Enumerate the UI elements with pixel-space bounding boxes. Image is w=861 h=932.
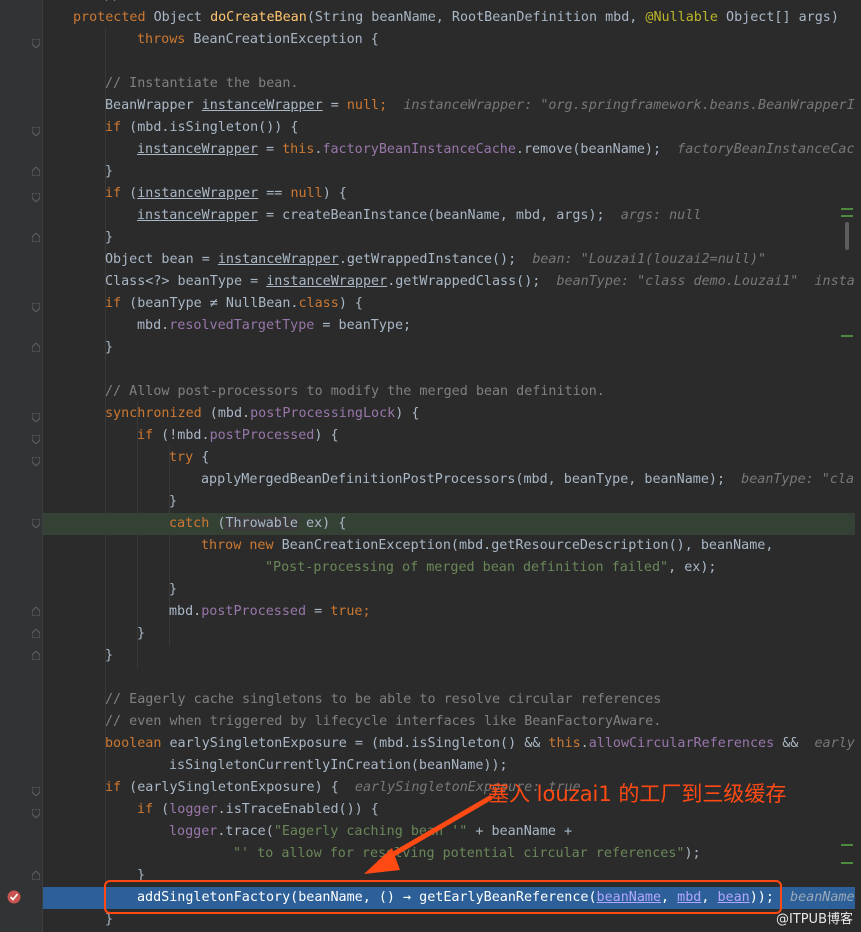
code-line: if (beanType ≠ NullBean.class) { [105, 296, 363, 311]
code-line: throws BeanCreationException { [137, 32, 379, 47]
code-line: isSingletonCurrentlyInCreation(beanName)… [169, 758, 508, 773]
fold-icon[interactable] [32, 193, 40, 202]
code-line: instanceWrapper = this.factoryBeanInstan… [43, 139, 855, 161]
code-line: mbd.postProcessed = true; [169, 604, 371, 619]
code-line: catch (Throwable ex) { [43, 513, 855, 535]
scrollbar-thumb[interactable] [845, 222, 849, 250]
inline-debug-value: instanceWrapper: "org.springframework.be… [403, 98, 855, 113]
fold-icon[interactable] [32, 413, 40, 422]
code-line: } [105, 164, 114, 179]
inline-debug-value: beanName [790, 890, 855, 905]
fold-icon[interactable] [32, 651, 40, 660]
inline-debug-value: args: null [620, 208, 702, 223]
code-line: if (mbd.isSingleton()) { [105, 120, 299, 135]
fold-icon[interactable] [32, 629, 40, 638]
code-line: Class<?> beanType = instanceWrapper.getW… [43, 271, 855, 293]
code-line: mbd.resolvedTargetType = beanType; [137, 318, 412, 333]
fold-icon[interactable] [32, 303, 40, 312]
code-line: BeanWrapper instanceWrapper = null; inst… [43, 95, 855, 117]
fold-icon[interactable] [32, 343, 40, 352]
code-line: if (!mbd.postProcessed) { [137, 428, 339, 443]
code-line: "Post-processing of merged bean definiti… [265, 560, 717, 575]
breakpoint-icon[interactable] [6, 889, 22, 905]
inline-debug-value: bean: "Louzai1(louzai2=null)" [532, 252, 767, 267]
code-comment: // Instantiate the bean. [105, 76, 299, 91]
code-line: synchronized (mbd.postProcessingLock) { [105, 406, 420, 421]
fold-icon[interactable] [32, 167, 40, 176]
fold-icon[interactable] [32, 457, 40, 466]
code-line: boolean earlySingletonExposure = (mbd.is… [43, 733, 855, 755]
change-marker [841, 862, 853, 864]
fold-icon[interactable] [32, 435, 40, 444]
code-line: } [169, 582, 178, 597]
annotation-arrow-icon [364, 795, 493, 874]
code-comment: // Allow post-processors to modify the m… [105, 384, 605, 399]
fold-icon[interactable] [32, 39, 40, 48]
fold-icon[interactable] [32, 127, 40, 136]
code-line: } [105, 340, 114, 355]
code-line: Object bean = instanceWrapper.getWrapped… [105, 252, 767, 267]
fold-icon[interactable] [32, 871, 40, 880]
watermark: @ITPUB博客 [775, 912, 853, 927]
fold-icon[interactable] [32, 787, 40, 796]
inline-debug-value: beanType: "clas [741, 472, 855, 487]
inline-debug-value: earlyS [814, 736, 855, 751]
fold-icon[interactable] [32, 607, 40, 616]
fold-icon[interactable] [32, 809, 40, 818]
fold-icon[interactable] [32, 519, 40, 528]
code-line: if (instanceWrapper == null) { [105, 186, 347, 201]
change-marker [841, 215, 853, 217]
code-line: } [105, 648, 114, 663]
fold-icon[interactable] [32, 233, 40, 242]
code-line: instanceWrapper = createBeanInstance(bea… [137, 208, 702, 223]
annotation-label: 塞入 louzai1 的工厂到三级缓存 [488, 782, 787, 806]
code-line: } [137, 626, 146, 641]
change-marker [841, 335, 853, 337]
inline-debug-value: factoryBeanInstanceCach [677, 142, 855, 157]
code-line: } [169, 494, 178, 509]
code-comment: // even when triggered by lifecycle inte… [105, 714, 662, 729]
inline-debug-value: beanType: "class demo.Louzai1" instan [556, 274, 856, 289]
editor-scrollbar[interactable] [855, 0, 861, 932]
change-marker [841, 844, 853, 846]
code-line: try { [169, 450, 210, 465]
code-line: applyMergedBeanDefinitionPostProcessors(… [43, 469, 855, 491]
change-marker [841, 208, 853, 210]
code-line: } [105, 230, 114, 245]
code-comment: // Eagerly cache singletons to be able t… [105, 692, 662, 707]
code-line: protected Object doCreateBean(String bea… [73, 10, 839, 25]
code-line: throw new BeanCreationException(mbd.getR… [201, 538, 774, 553]
